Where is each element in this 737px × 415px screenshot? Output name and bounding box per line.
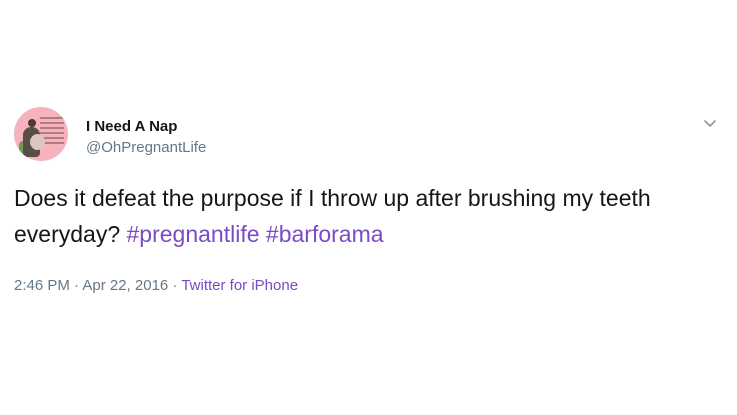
source-link[interactable]: Twitter for iPhone (181, 277, 298, 294)
chevron-down-icon[interactable] (700, 114, 720, 134)
user-handle[interactable]: @OhPregnantLife (86, 138, 206, 158)
avatar-figure-head (28, 119, 36, 127)
page: I Need A Nap @OhPregnantLife Does it def… (0, 0, 737, 415)
meta-separator: · (168, 277, 182, 294)
avatar-figure-belly (30, 134, 45, 150)
hashtag-link[interactable]: #pregnantlife (127, 221, 260, 247)
tweet-card: I Need A Nap @OhPregnantLife Does it def… (0, 0, 737, 415)
hashtag-link[interactable]: #barforama (266, 221, 384, 247)
timestamp[interactable]: 2:46 PM · Apr 22, 2016 (14, 277, 168, 294)
avatar[interactable] (14, 107, 68, 161)
display-name[interactable]: I Need A Nap (86, 117, 177, 137)
tweet-text: Does it defeat the purpose if I throw up… (14, 180, 726, 252)
tweet-meta: 2:46 PM · Apr 22, 2016 · Twitter for iPh… (14, 276, 298, 296)
